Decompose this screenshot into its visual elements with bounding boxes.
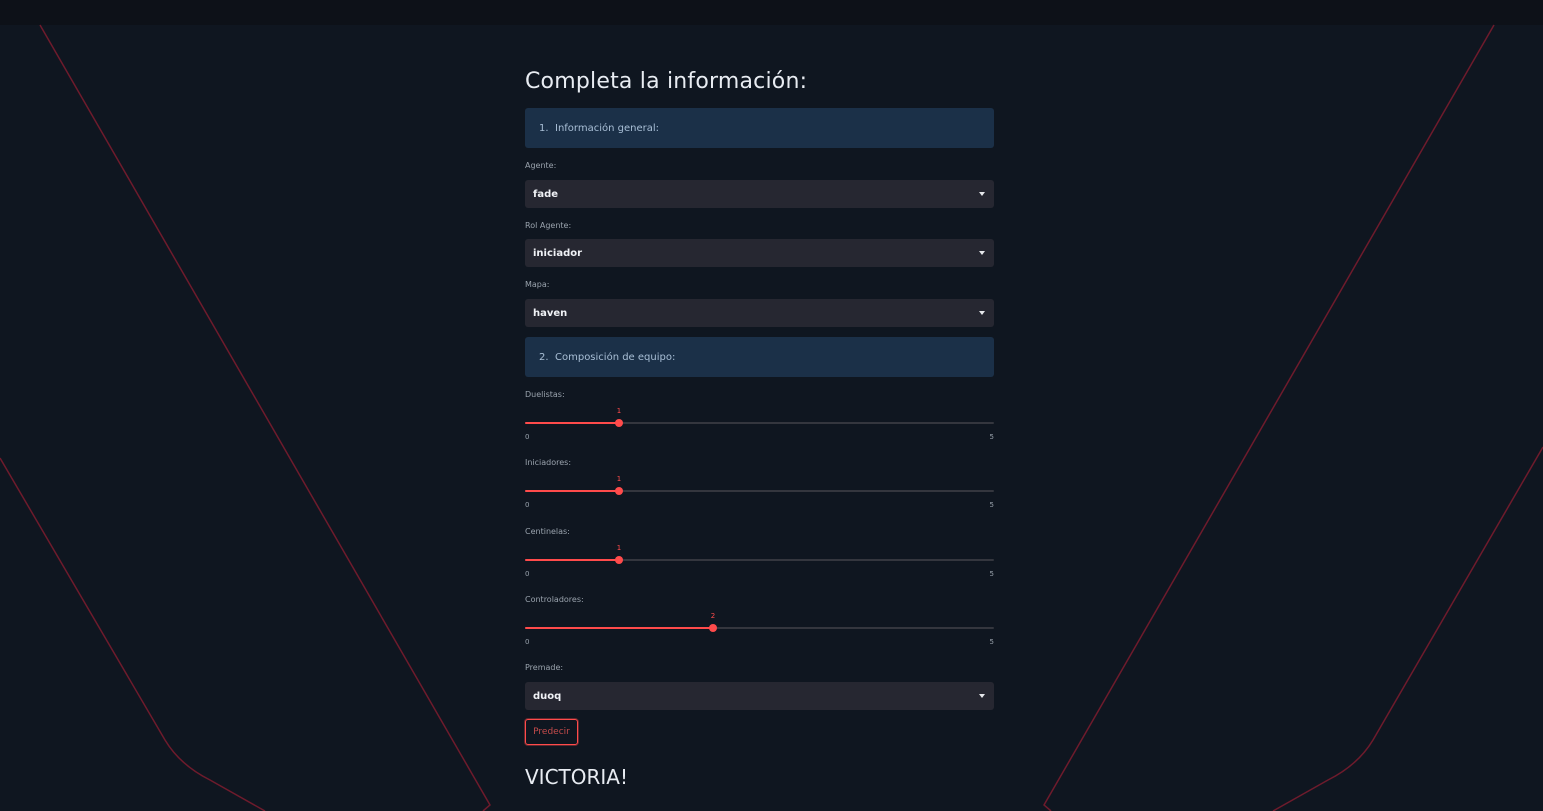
premade-select-value: duoq	[533, 690, 562, 702]
slider-value: 1	[616, 407, 622, 415]
map-label: Mapa:	[525, 280, 550, 289]
slider-max: 5	[989, 638, 994, 646]
prediction-result: VICTORIA!	[525, 765, 628, 789]
slider-min: 0	[525, 433, 530, 441]
slider-thumb[interactable]	[615, 556, 623, 564]
slider-thumb[interactable]	[709, 624, 717, 632]
initiators-slider[interactable]: 1 0 5	[525, 463, 994, 513]
sentinels-slider[interactable]: 1 0 5	[525, 532, 994, 582]
slider-min: 0	[525, 501, 530, 509]
slider-min: 0	[525, 638, 530, 646]
agent-select-value: fade	[533, 188, 559, 200]
agent-role-select-value: iniciador	[533, 247, 583, 259]
predict-button[interactable]: Predecir	[525, 719, 578, 745]
slider-fill	[525, 559, 619, 561]
map-select[interactable]: haven	[525, 299, 994, 327]
page-title: Completa la información:	[525, 69, 808, 94]
premade-select[interactable]: duoq	[525, 682, 994, 710]
map-select-value: haven	[533, 307, 568, 319]
agent-label: Agente:	[525, 161, 557, 170]
controllers-slider[interactable]: 2 0 5	[525, 600, 994, 650]
slider-max: 5	[989, 570, 994, 578]
section-team-composition: 2. Composición de equipo:	[525, 337, 994, 377]
chevron-down-icon	[979, 694, 985, 698]
slider-min: 0	[525, 570, 530, 578]
slider-thumb[interactable]	[615, 487, 623, 495]
slider-max: 5	[989, 501, 994, 509]
slider-value: 1	[616, 475, 622, 483]
slider-fill	[525, 627, 713, 629]
premade-label: Premade:	[525, 663, 564, 672]
slider-value: 2	[710, 612, 716, 620]
agent-role-label: Rol Agente:	[525, 221, 572, 230]
slider-fill	[525, 422, 619, 424]
section-general-info: 1. Información general:	[525, 108, 994, 148]
section-label: Información general:	[555, 122, 660, 134]
slider-max: 5	[989, 433, 994, 441]
duelists-slider[interactable]: 1 0 5	[525, 395, 994, 445]
top-header-bar	[0, 0, 1543, 25]
chevron-down-icon	[979, 311, 985, 315]
slider-value: 1	[616, 544, 622, 552]
section-number: 1.	[539, 122, 549, 134]
section-number: 2.	[539, 351, 549, 363]
agent-role-select[interactable]: iniciador	[525, 239, 994, 267]
slider-fill	[525, 490, 619, 492]
chevron-down-icon	[979, 192, 985, 196]
slider-thumb[interactable]	[615, 419, 623, 427]
section-label: Composición de equipo:	[555, 351, 676, 363]
agent-select[interactable]: fade	[525, 180, 994, 208]
chevron-down-icon	[979, 251, 985, 255]
